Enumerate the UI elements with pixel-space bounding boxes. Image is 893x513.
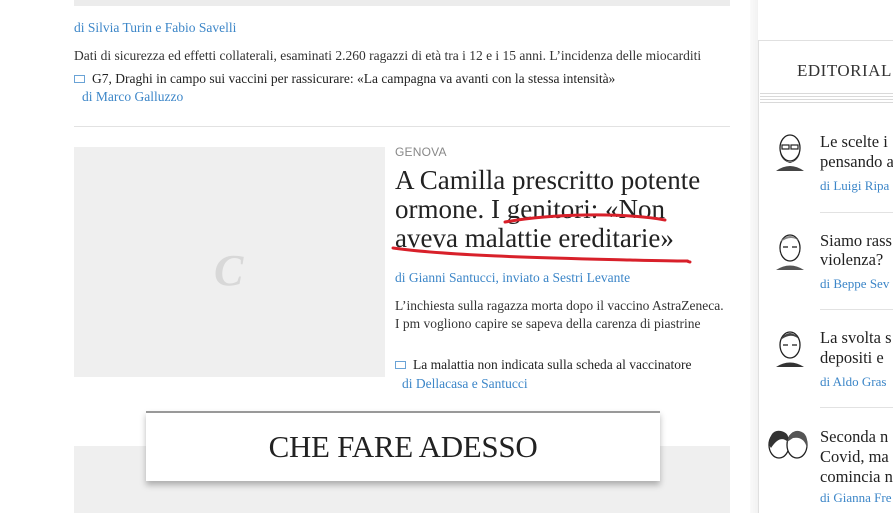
editorial-item-4-line1[interactable]: Seconda n — [820, 427, 888, 447]
sidebar-divider — [820, 212, 893, 213]
editorial-item-3-line2[interactable]: depositi e — [820, 348, 884, 368]
editorial-item-2-line2[interactable]: violenza? — [820, 250, 883, 270]
article-kicker: GENOVA — [395, 145, 447, 159]
article-byline[interactable]: di Gianni Santucci, inviato a Sestri Lev… — [395, 270, 630, 286]
author-avatar-icon[interactable] — [772, 327, 808, 367]
sidebar-title-rules — [760, 93, 893, 107]
related-square-icon — [74, 75, 85, 83]
editorial-item-4-line2[interactable]: Covid, ma — [820, 447, 889, 467]
editorial-item-4-line3[interactable]: comincia n — [820, 467, 893, 487]
editorial-item-4-byline[interactable]: di Gianna Fre — [820, 490, 891, 506]
prev-related-link[interactable]: G7, Draghi in campo sui vaccini per rass… — [74, 71, 615, 87]
sidebar-divider — [820, 309, 893, 310]
prev-related-byline[interactable]: di Marco Galluzzo — [82, 89, 183, 105]
editorial-item-1-line1[interactable]: Le scelte i — [820, 132, 888, 152]
previous-card-bottom — [74, 0, 730, 6]
related-square-icon — [395, 361, 406, 369]
author-avatar-icon[interactable] — [772, 131, 808, 171]
prev-article-summary: Dati di sicurezza ed effetti collaterali… — [74, 48, 702, 63]
section-banner-title[interactable]: CHE FARE ADESSO — [146, 411, 660, 481]
article-related-link[interactable]: La malattia non indicata sulla scheda al… — [395, 357, 692, 373]
author-avatar-icon[interactable] — [772, 230, 808, 270]
article-thumbnail[interactable]: C — [74, 147, 385, 377]
editorial-item-3-byline[interactable]: di Aldo Gras — [820, 374, 886, 390]
editorial-item-2-line1[interactable]: Siamo rass — [820, 231, 892, 251]
article-summary: L’inchiesta sulla ragazza morta dopo il … — [395, 298, 724, 331]
prev-related-title: G7, Draghi in campo sui vaccini per rass… — [92, 71, 616, 86]
article-related-title: La malattia non indicata sulla scheda al… — [413, 357, 692, 372]
authors-avatar-icon[interactable] — [766, 426, 810, 466]
editorial-item-1-line2[interactable]: pensando a — [820, 152, 893, 172]
editorial-item-2-byline[interactable]: di Beppe Sev — [820, 276, 889, 292]
article-related-byline[interactable]: di Dellacasa e Santucci — [402, 376, 528, 392]
corriere-logo-placeholder: C — [214, 246, 244, 295]
sidebar-title[interactable]: EDITORIAL — [797, 61, 892, 81]
editorial-item-3-line1[interactable]: La svolta s — [820, 328, 892, 348]
red-underline-annotation — [391, 213, 692, 264]
sidebar-divider — [820, 407, 893, 408]
prev-article-byline[interactable]: di Silvia Turin e Fabio Savelli — [74, 20, 236, 36]
editorial-item-1-byline[interactable]: di Luigi Ripa — [820, 178, 889, 194]
divider — [74, 126, 730, 127]
sidebar-gutter — [750, 0, 758, 513]
